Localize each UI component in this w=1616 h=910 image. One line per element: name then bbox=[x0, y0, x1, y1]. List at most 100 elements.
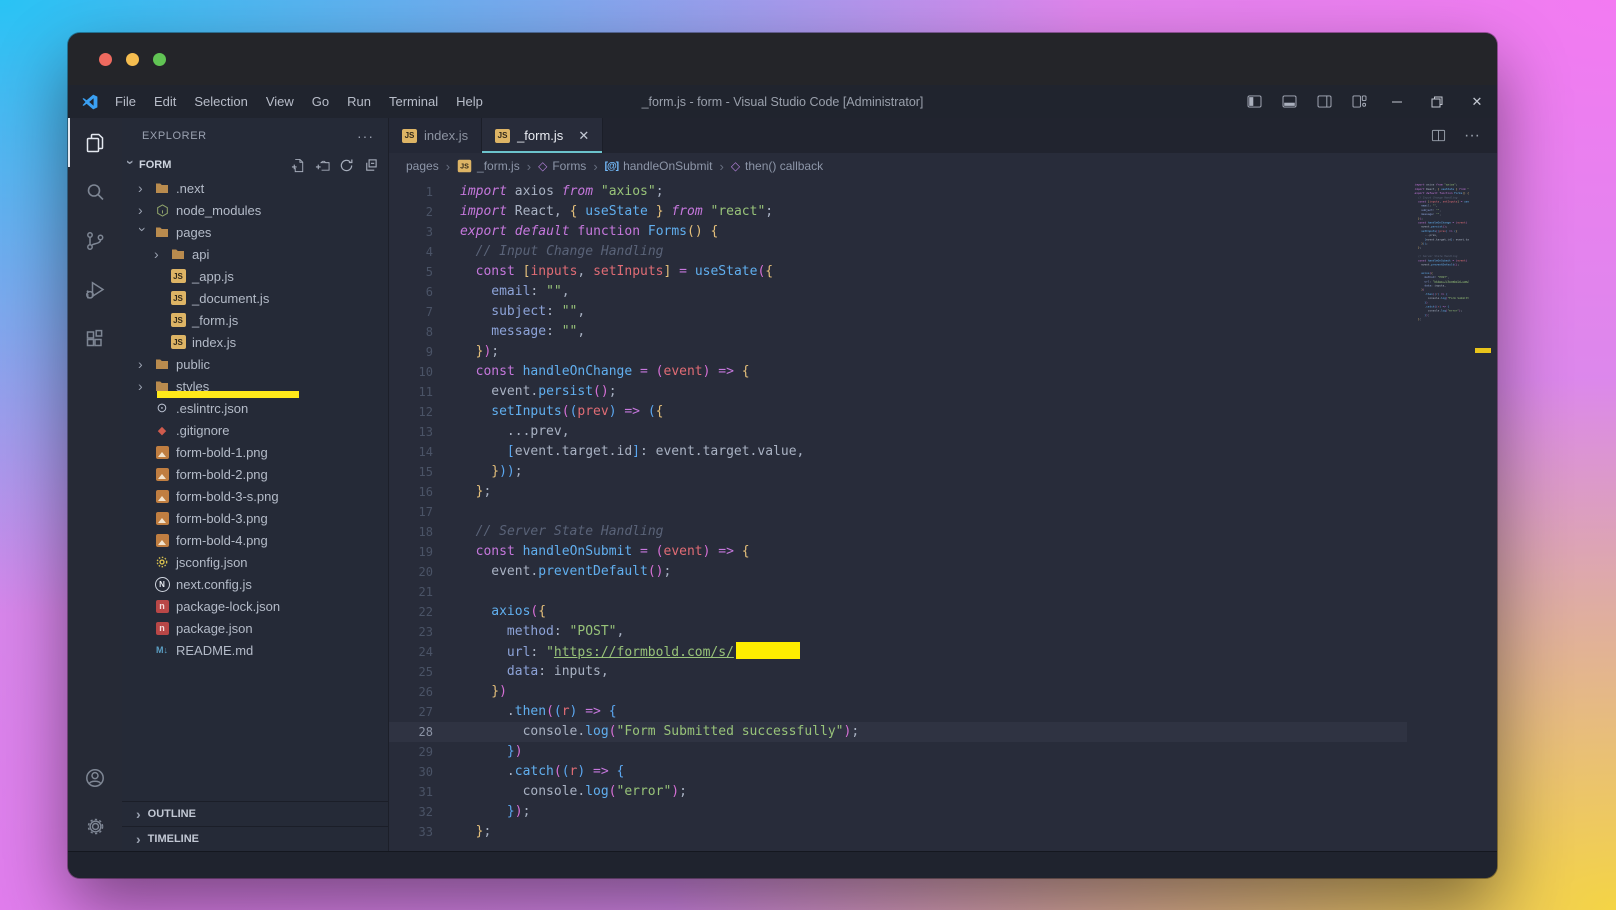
tree-item-package-lock-json[interactable]: ›npackage-lock.json bbox=[122, 595, 388, 617]
window-minimize-button[interactable] bbox=[1377, 85, 1417, 118]
breadcrumb-item[interactable]: ◇Forms bbox=[538, 159, 586, 173]
code-line-16[interactable]: 16}; bbox=[389, 482, 1407, 502]
line-number[interactable]: 5 bbox=[389, 262, 433, 282]
activity-extensions-icon[interactable] bbox=[68, 314, 122, 363]
line-number[interactable]: 1 bbox=[389, 182, 433, 202]
menu-edit[interactable]: Edit bbox=[145, 94, 185, 109]
tree-item-next-config-js[interactable]: ›Nnext.config.js bbox=[122, 573, 388, 595]
menu-go[interactable]: Go bbox=[303, 94, 338, 109]
code-line-13[interactable]: 13...prev, bbox=[389, 422, 1407, 442]
minimap[interactable]: import axios from "axios";import React, … bbox=[1407, 179, 1469, 851]
collapse-all-button[interactable] bbox=[363, 158, 378, 173]
breadcrumb-item[interactable]: pages bbox=[406, 159, 439, 173]
line-number[interactable]: 6 bbox=[389, 282, 433, 302]
line-number[interactable]: 15 bbox=[389, 462, 433, 482]
tree-item-form-bold-1-png[interactable]: ›form-bold-1.png bbox=[122, 441, 388, 463]
line-number[interactable]: 26 bbox=[389, 682, 433, 702]
line-number[interactable]: 32 bbox=[389, 802, 433, 822]
close-tab-icon[interactable]: ✕ bbox=[578, 128, 589, 144]
activity-source-control-icon[interactable] bbox=[68, 216, 122, 265]
menu-selection[interactable]: Selection bbox=[185, 94, 256, 109]
line-number[interactable]: 22 bbox=[389, 602, 433, 622]
line-number[interactable]: 4 bbox=[389, 242, 433, 262]
tree-item-public[interactable]: ›public bbox=[122, 353, 388, 375]
line-number[interactable]: 2 bbox=[389, 202, 433, 222]
code-line-17[interactable]: 17 bbox=[389, 502, 1407, 522]
line-number[interactable]: 30 bbox=[389, 762, 433, 782]
code-line-29[interactable]: 29}) bbox=[389, 742, 1407, 762]
code-line-7[interactable]: 7subject: "", bbox=[389, 302, 1407, 322]
menu-run[interactable]: Run bbox=[338, 94, 380, 109]
menu-view[interactable]: View bbox=[257, 94, 303, 109]
line-number[interactable]: 17 bbox=[389, 502, 433, 522]
activity-run-debug-icon[interactable] bbox=[68, 265, 122, 314]
window-restore-button[interactable] bbox=[1417, 85, 1457, 118]
breadcrumb-item[interactable]: JS_form.js bbox=[457, 159, 520, 173]
tree-item-index-js[interactable]: ›JSindex.js bbox=[122, 331, 388, 353]
code-line-22[interactable]: 22axios({ bbox=[389, 602, 1407, 622]
code-line-21[interactable]: 21 bbox=[389, 582, 1407, 602]
line-number[interactable]: 24 bbox=[389, 642, 433, 662]
line-number[interactable]: 19 bbox=[389, 542, 433, 562]
code-line-6[interactable]: 6email: "", bbox=[389, 282, 1407, 302]
tree-item-form-bold-2-png[interactable]: ›form-bold-2.png bbox=[122, 463, 388, 485]
line-number[interactable]: 13 bbox=[389, 422, 433, 442]
line-number[interactable]: 21 bbox=[389, 582, 433, 602]
line-number[interactable]: 14 bbox=[389, 442, 433, 462]
tab--form-js[interactable]: JS_form.js✕ bbox=[482, 118, 603, 153]
toggle-panel-button[interactable] bbox=[1272, 95, 1307, 108]
code-editor[interactable]: 1import axios from "axios";2import React… bbox=[389, 179, 1407, 851]
traffic-light-zoom-button[interactable] bbox=[153, 53, 166, 66]
code-line-9[interactable]: 9}); bbox=[389, 342, 1407, 362]
tree-item--app-js[interactable]: ›JS_app.js bbox=[122, 265, 388, 287]
traffic-light-close-button[interactable] bbox=[99, 53, 112, 66]
code-line-2[interactable]: 2import React, { useState } from "react"… bbox=[389, 202, 1407, 222]
tab-index-js[interactable]: JSindex.js bbox=[389, 118, 482, 153]
code-line-15[interactable]: 15})); bbox=[389, 462, 1407, 482]
code-line-24[interactable]: 24url: "https://formbold.com/s/ bbox=[389, 642, 1407, 662]
activity-search-icon[interactable] bbox=[68, 167, 122, 216]
code-line-14[interactable]: 14[event.target.id]: event.target.value, bbox=[389, 442, 1407, 462]
tree-item--eslintrc-json[interactable]: ›⊙.eslintrc.json bbox=[122, 397, 388, 419]
line-number[interactable]: 27 bbox=[389, 702, 433, 722]
outline-section[interactable]: › OUTLINE bbox=[122, 801, 388, 826]
tree-item-api[interactable]: ›api bbox=[122, 243, 388, 265]
code-line-11[interactable]: 11event.persist(); bbox=[389, 382, 1407, 402]
window-close-button[interactable]: ✕ bbox=[1457, 85, 1497, 118]
code-line-28[interactable]: 28console.log("Form Submitted successful… bbox=[389, 722, 1407, 742]
line-number[interactable]: 7 bbox=[389, 302, 433, 322]
code-line-8[interactable]: 8message: "", bbox=[389, 322, 1407, 342]
activity-accounts-icon[interactable] bbox=[68, 753, 122, 802]
tree-item-node-modules[interactable]: ›node_modules bbox=[122, 199, 388, 221]
line-number[interactable]: 25 bbox=[389, 662, 433, 682]
tree-item-form-bold-4-png[interactable]: ›form-bold-4.png bbox=[122, 529, 388, 551]
code-line-30[interactable]: 30.catch((r) => { bbox=[389, 762, 1407, 782]
code-line-18[interactable]: 18// Server State Handling bbox=[389, 522, 1407, 542]
activity-explorer-icon[interactable] bbox=[68, 118, 122, 167]
code-line-5[interactable]: 5const [inputs, setInputs] = useState({ bbox=[389, 262, 1407, 282]
menu-file[interactable]: File bbox=[106, 94, 145, 109]
tree-item--next[interactable]: ›.next bbox=[122, 177, 388, 199]
line-number[interactable]: 33 bbox=[389, 822, 433, 842]
line-number[interactable]: 10 bbox=[389, 362, 433, 382]
tree-item-package-json[interactable]: ›npackage.json bbox=[122, 617, 388, 639]
code-line-31[interactable]: 31console.log("error"); bbox=[389, 782, 1407, 802]
split-editor-button[interactable] bbox=[1424, 128, 1453, 143]
toggle-secondary-sidebar-button[interactable] bbox=[1307, 95, 1342, 108]
line-number[interactable]: 16 bbox=[389, 482, 433, 502]
code-line-27[interactable]: 27.then((r) => { bbox=[389, 702, 1407, 722]
code-line-32[interactable]: 32}); bbox=[389, 802, 1407, 822]
line-number[interactable]: 11 bbox=[389, 382, 433, 402]
tree-item-form-bold-3-png[interactable]: ›form-bold-3.png bbox=[122, 507, 388, 529]
line-number[interactable]: 18 bbox=[389, 522, 433, 542]
toggle-sidebar-button[interactable] bbox=[1237, 95, 1272, 108]
new-file-button[interactable] bbox=[291, 158, 306, 173]
breadcrumb-item[interactable]: ◇then() callback bbox=[731, 159, 823, 173]
tree-item-form-bold-3-s-png[interactable]: ›form-bold-3-s.png bbox=[122, 485, 388, 507]
refresh-button[interactable] bbox=[339, 158, 354, 173]
tree-item--form-js[interactable]: ›JS_form.js bbox=[122, 309, 388, 331]
code-line-25[interactable]: 25data: inputs, bbox=[389, 662, 1407, 682]
line-number[interactable]: 3 bbox=[389, 222, 433, 242]
line-number[interactable]: 28 bbox=[389, 722, 433, 742]
tree-item--document-js[interactable]: ›JS_document.js bbox=[122, 287, 388, 309]
